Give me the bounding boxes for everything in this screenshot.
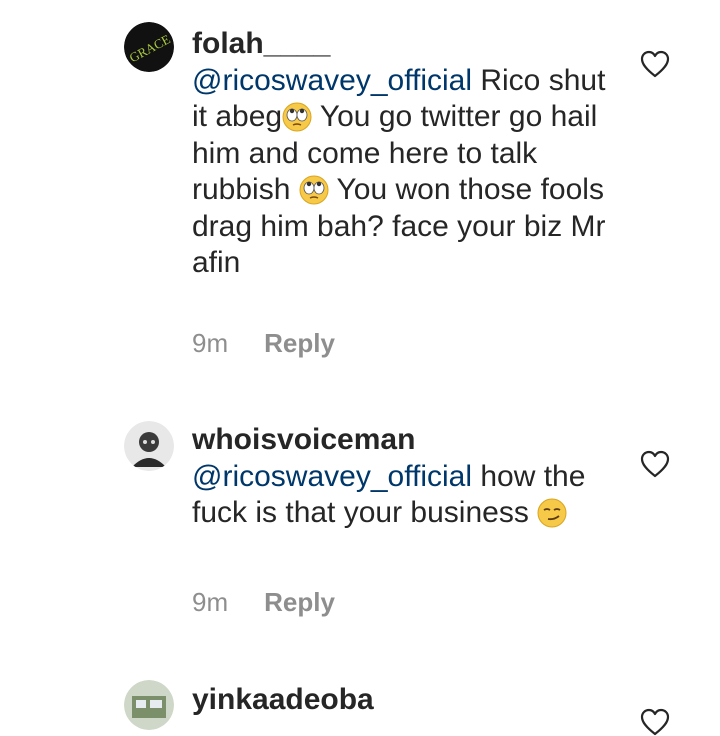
timestamp: 9m bbox=[192, 587, 229, 617]
avatar[interactable] bbox=[124, 421, 174, 471]
reply-button[interactable]: Reply bbox=[264, 587, 335, 618]
heart-outline-icon[interactable] bbox=[640, 708, 670, 736]
comment-body: folah____ @ricoswavey_official Rico shut… bbox=[192, 26, 612, 282]
reply-button[interactable]: Reply bbox=[264, 328, 335, 359]
comment-body: whoisvoiceman @ricoswavey_official how t… bbox=[192, 422, 612, 532]
comment-body: yinkaadeoba bbox=[192, 682, 612, 719]
eye-roll-emoji bbox=[282, 102, 312, 132]
comment-meta: 9m Reply bbox=[192, 587, 335, 618]
timestamp: 9m bbox=[192, 328, 229, 358]
mention-link[interactable]: @ricoswavey_official bbox=[192, 460, 472, 493]
username[interactable]: whoisvoiceman bbox=[192, 423, 415, 456]
smirk-emoji bbox=[537, 498, 567, 528]
comment-meta: 9m Reply bbox=[192, 328, 335, 359]
eye-roll-emoji bbox=[299, 175, 329, 205]
avatar[interactable] bbox=[124, 680, 174, 730]
username[interactable]: yinkaadeoba bbox=[192, 683, 374, 716]
username[interactable]: folah____ bbox=[192, 27, 330, 60]
heart-outline-icon[interactable] bbox=[640, 450, 670, 478]
avatar[interactable]: GRACE bbox=[124, 22, 174, 72]
heart-outline-icon[interactable] bbox=[640, 50, 670, 78]
mention-link[interactable]: @ricoswavey_official bbox=[192, 64, 472, 97]
